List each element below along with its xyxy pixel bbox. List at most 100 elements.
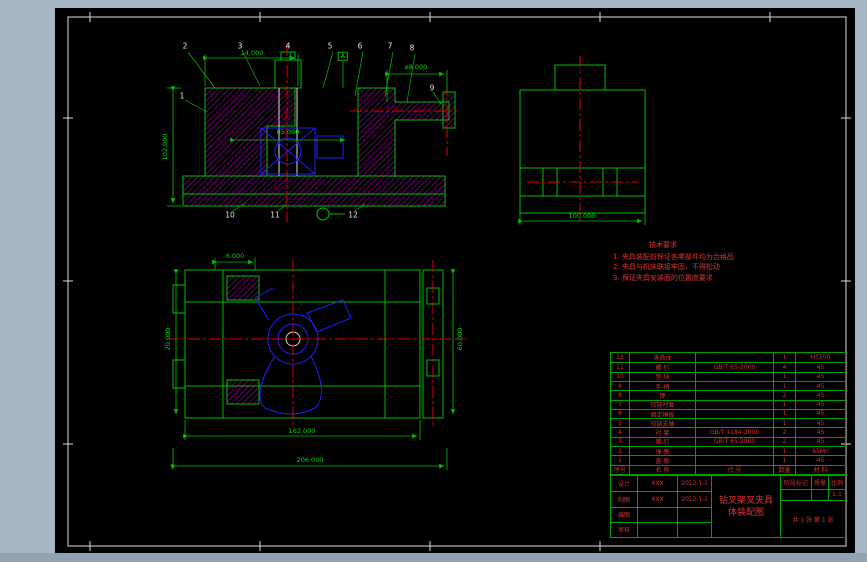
dim-plan-inner-width: 162.000 (288, 426, 316, 435)
bom-cell: 盖 板 (629, 455, 695, 465)
bom-cell: 夹具体 (629, 353, 695, 363)
plan-view-outlines (172, 269, 444, 419)
balloon-9: 9 (429, 83, 435, 93)
note-line: 2. 夹具与机床联接牢固，不得松动 (613, 263, 720, 271)
bom-cell: 10 (611, 371, 629, 381)
bom-cell: 45 (795, 418, 845, 428)
bom-cell: 8 (611, 390, 629, 399)
stage-value (781, 488, 811, 501)
balloon-12: 12 (348, 210, 358, 220)
bom-cell: 手 柄 (629, 380, 695, 391)
drawing-title-line2: 体装配图 (727, 507, 764, 518)
bom-cell: 弹 簧 (629, 446, 695, 456)
bom-cell: 1 (773, 455, 795, 465)
bom-cell: 45 (795, 362, 845, 372)
technical-notes: 技术要求 1. 夹具装配前保证各零部件均为合格品 2. 夹具与机床联接牢固，不得松… (613, 240, 843, 283)
notes-title: 技术要求 (649, 241, 677, 249)
signature-cell (677, 521, 711, 537)
bom-cell (695, 371, 773, 381)
bom-cell: 键 (629, 390, 695, 400)
bom-cell: GB/T 1184-2000 (695, 427, 773, 437)
bom-cell: 3 (611, 436, 629, 446)
signature-cell (677, 506, 711, 522)
balloon-6: 6 (357, 41, 363, 51)
dim-section-inner-width: 85.000 (276, 127, 300, 136)
bom-cell: 固定模板 (629, 408, 695, 419)
bom-cell: 45 (795, 455, 845, 465)
mass-label: 质量 (811, 476, 828, 489)
scale-label: 比例 (828, 476, 845, 489)
bom-cell: GB/T 65-2000 (695, 436, 773, 447)
side-view-outlines (519, 64, 646, 214)
bom-table: 12 夹具体 1 HT200 11 螺 钉 GB/T 65-2000 4 45 10 垫 块 1 45 9… (610, 352, 846, 475)
bom-cell (695, 390, 773, 400)
bom-cell (695, 418, 773, 428)
plan-view-hatched-parts (226, 275, 260, 405)
stage-label: 阶段标记 (783, 479, 808, 487)
bom-cell (695, 408, 773, 419)
signature-cell (637, 506, 677, 522)
bom-cell: 65Mn (795, 446, 845, 456)
balloon-2: 2 (182, 41, 188, 51)
bom-cell: 2 (773, 427, 795, 437)
balloon-11: 11 (270, 210, 280, 220)
plan-view-fork-part (254, 287, 352, 415)
bom-cell: 45 (795, 399, 845, 409)
bom-cell: 45 (795, 390, 845, 400)
bom-cell: 2 (773, 436, 795, 447)
signature-cell: XXX (637, 491, 677, 507)
bom-cell (695, 380, 773, 391)
bom-cell: 12 (616, 354, 624, 362)
bom-header-cell: 数量 (773, 464, 795, 474)
drawing-canvas: 1 2 3 4 5 6 7 8 9 10 11 12 102.000 14.00… (55, 8, 855, 553)
signature-cell: 2012.1.1 (677, 491, 711, 507)
dim-section-top-width: 14.000 (240, 48, 264, 57)
bom-cell: 4 (773, 362, 795, 372)
signature-cell: 2012.1.1 (677, 476, 711, 492)
balloon-5: 5 (327, 41, 333, 51)
bom-cell: 1 (773, 418, 795, 428)
bom-cell: 垫 块 (629, 371, 695, 381)
bom-cell: 螺 钉 (629, 362, 695, 372)
signature-cell: XXX (637, 476, 677, 492)
dim-plan-top: 6.000 (225, 251, 245, 260)
dim-plan-overall-width: 206.000 (296, 455, 324, 464)
bom-cell: 1 (773, 353, 795, 363)
bom-cell: 45 (795, 408, 845, 419)
bom-cell: 9 (611, 380, 629, 390)
sheet-count: 共 1 张 第 1 张 (781, 500, 845, 537)
section-view-hatched-parts (182, 87, 456, 207)
bom-cell: 5 (611, 418, 629, 427)
desktop-edge (0, 553, 867, 562)
bom-cell: 1 (773, 371, 795, 381)
signature-cell: 审核 (611, 521, 637, 537)
section-view-hidden-parts (260, 127, 344, 175)
bom-cell: 1 (773, 399, 795, 409)
balloon-4: 4 (285, 41, 291, 51)
bom-cell: 衬 套 (629, 427, 695, 437)
bom-header-cell: 材 料 (795, 464, 845, 474)
scale-value: 1:1 (828, 488, 845, 500)
drawing-title-line1: 钻叉架叉夹具 (718, 495, 773, 506)
balloon-1: 1 (179, 91, 185, 101)
bom-cell: 铰链支轴 (629, 418, 695, 428)
signature-cell: 设计 (617, 481, 630, 489)
bom-cell: 45 (795, 427, 845, 437)
balloon-8: 8 (409, 43, 415, 53)
plan-view-dimensions (171, 258, 456, 470)
bom-header-cell: 序号 (611, 464, 629, 474)
note-line: 3. 保证夹具安装面的位置度要求 (613, 273, 713, 282)
bom-cell (695, 399, 773, 409)
bom-cell (695, 455, 773, 465)
side-view-centerlines (527, 56, 639, 222)
signature-cell (637, 521, 677, 537)
bom-cell: 螺 钉 (629, 436, 695, 447)
bom-cell: 4 (611, 427, 629, 436)
signature-cell: 描图 (611, 506, 637, 522)
balloon-7: 7 (387, 41, 393, 51)
bom-header-cell: 名 称 (629, 464, 695, 474)
bom-cell: HT200 (795, 353, 845, 363)
bom-cell: 1 (773, 380, 795, 391)
dim-plan-right: 60.000 (455, 327, 464, 351)
bom-cell: 铰链衬套 (629, 399, 695, 409)
